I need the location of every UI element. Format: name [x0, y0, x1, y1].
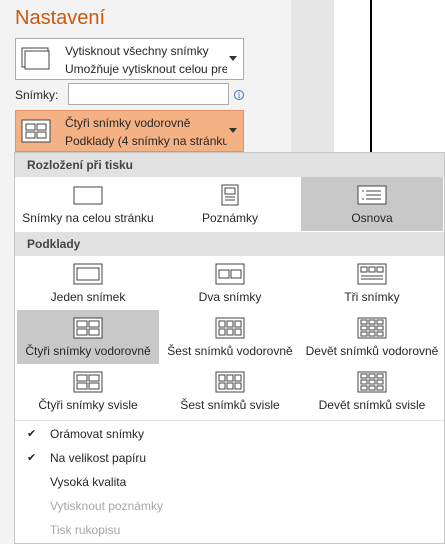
print-layout-header: Rozložení při tisku [15, 153, 444, 177]
chevron-down-icon [229, 56, 237, 61]
option-label: Vytisknout poznámky [50, 499, 163, 513]
high-quality-option[interactable]: Vysoká kvalita [15, 470, 444, 494]
option-outline[interactable]: Osnova [301, 177, 443, 231]
option-three-slides[interactable]: Tři snímky [301, 256, 443, 310]
option-label: Orámovat snímky [50, 427, 145, 441]
six-horizontal-icon [215, 317, 245, 339]
option-label: Jeden snímek [50, 290, 126, 304]
handouts-header: Podklady [15, 232, 444, 256]
option-four-horizontal[interactable]: Čtyři snímky vodorovně [17, 310, 159, 364]
option-label: Čtyři snímky vodorovně [25, 344, 151, 358]
fit-to-paper-option[interactable]: ✔ Na velikost papíru [15, 446, 444, 470]
three-slides-icon [357, 263, 387, 285]
nine-horizontal-icon [357, 317, 387, 339]
print-ink-option: Tisk rukopisu [15, 518, 444, 542]
four-vertical-icon [73, 371, 103, 393]
settings-title: Nastavení [15, 7, 106, 29]
nine-vertical-icon [357, 371, 387, 393]
print-range-title: Vytisknout všechny snímky [65, 44, 209, 58]
option-label: Šest snímků vodorovně [167, 344, 293, 358]
print-range-subtitle: Umožňuje vytisknout celou prezentaci [65, 62, 227, 76]
two-slides-icon [215, 263, 245, 285]
info-icon[interactable]: i [234, 90, 244, 100]
option-six-vertical[interactable]: Šest snímků svisle [159, 364, 301, 418]
print-range-dropdown[interactable]: Vytisknout všechny snímky Umožňuje vytis… [15, 38, 244, 80]
four-horizontal-icon [73, 317, 103, 339]
option-label: Šest snímků svisle [180, 398, 280, 412]
option-six-horizontal[interactable]: Šest snímků vodorovně [159, 310, 301, 364]
checkmark-icon: ✔ [27, 452, 37, 464]
full-page-slide-icon [73, 186, 103, 205]
option-two-slides[interactable]: Dva snímky [159, 256, 301, 310]
option-label: Tisk rukopisu [50, 523, 121, 537]
option-label: Na velikost papíru [50, 451, 147, 465]
print-layout-subtitle: Podklady (4 snímky na stránku) [65, 134, 227, 148]
separator [15, 420, 444, 421]
six-vertical-icon [215, 371, 245, 393]
slides-label: Snímky: [15, 88, 59, 102]
option-nine-vertical[interactable]: Devět snímků svisle [301, 364, 443, 418]
checkmark-icon: ✔ [27, 428, 37, 440]
frame-slides-option[interactable]: ✔ Orámovat snímky [15, 422, 444, 446]
option-nine-horizontal[interactable]: Devět snímků vodorovně [301, 310, 443, 364]
option-full-page-slides[interactable]: Snímky na celou stránku [17, 177, 159, 231]
option-label: Dva snímky [198, 290, 262, 304]
option-label: Devět snímků vodorovně [305, 344, 439, 358]
one-slide-icon [73, 263, 103, 285]
option-label: Vysoká kvalita [50, 475, 127, 489]
print-layout-title: Čtyři snímky vodorovně [65, 116, 191, 130]
option-label: Snímky na celou stránku [22, 211, 154, 225]
option-label: Tři snímky [344, 290, 400, 304]
slides-input[interactable] [68, 83, 229, 105]
option-label: Devět snímků svisle [318, 398, 426, 412]
four-horizontal-icon [21, 119, 51, 143]
outline-icon [357, 185, 387, 205]
layout-menu: Rozložení při tisku Snímky na celou strá… [14, 152, 445, 544]
option-four-vertical[interactable]: Čtyři snímky svisle [17, 364, 159, 418]
print-notes-option: Vytisknout poznámky [15, 494, 444, 518]
option-label: Osnova [351, 211, 393, 225]
option-label: Čtyři snímky svisle [38, 398, 138, 412]
option-one-slide[interactable]: Jeden snímek [17, 256, 159, 310]
chevron-down-icon [229, 128, 237, 133]
all-slides-icon [21, 47, 50, 70]
notes-page-icon [221, 184, 239, 206]
print-layout-dropdown[interactable]: Čtyři snímky vodorovně Podklady (4 snímk… [15, 110, 244, 152]
option-notes-pages[interactable]: Poznámky [159, 177, 301, 231]
option-label: Poznámky [201, 211, 259, 225]
